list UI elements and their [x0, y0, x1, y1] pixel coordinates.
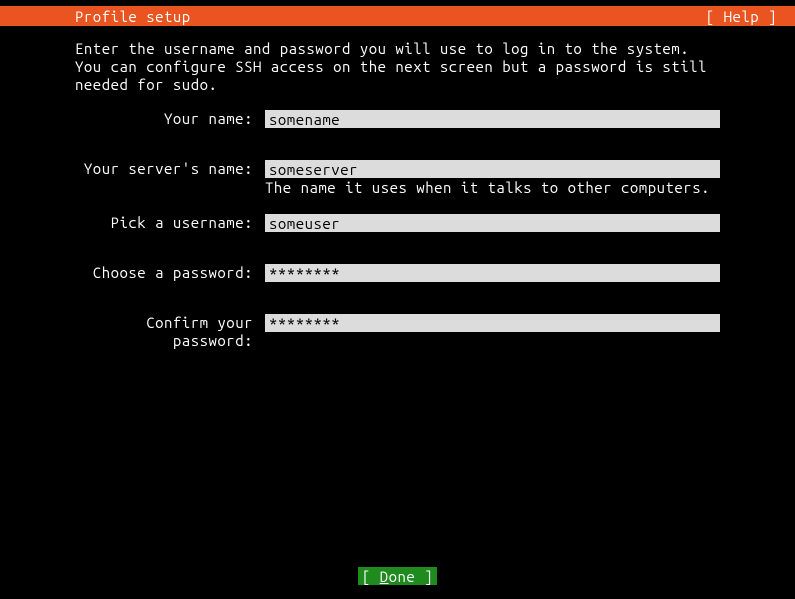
done-rest: one	[389, 568, 416, 585]
done-suffix: ]	[415, 568, 433, 585]
label-password: Choose a password:	[75, 264, 265, 282]
done-button[interactable]: [ Done ]	[358, 567, 437, 585]
header-bar: Profile setup [ Help ]	[0, 6, 795, 26]
input-password[interactable]	[265, 264, 720, 282]
row-server-name: Your server's name:	[75, 160, 720, 178]
page-title: Profile setup	[75, 8, 191, 25]
row-username: Pick a username:	[75, 214, 720, 232]
input-server-name[interactable]	[265, 160, 720, 178]
label-your-name: Your name:	[75, 110, 265, 128]
content-area: Enter the username and password you will…	[0, 26, 795, 350]
label-server-name: Your server's name:	[75, 160, 265, 178]
input-confirm-password[interactable]	[265, 314, 720, 332]
helper-server-name: The name it uses when it talks to other …	[265, 179, 720, 196]
instructions-text: Enter the username and password you will…	[75, 40, 720, 94]
row-confirm-password: Confirm your password:	[75, 314, 720, 350]
help-button[interactable]: [ Help ]	[706, 8, 777, 25]
row-your-name: Your name:	[75, 110, 720, 128]
done-prefix: [	[362, 568, 380, 585]
input-username[interactable]	[265, 214, 720, 232]
label-confirm-password: Confirm your password:	[75, 314, 265, 350]
row-password: Choose a password:	[75, 264, 720, 282]
done-key: D	[380, 568, 389, 585]
input-your-name[interactable]	[265, 110, 720, 128]
footer: [ Done ]	[0, 567, 795, 585]
label-username: Pick a username:	[75, 214, 265, 232]
